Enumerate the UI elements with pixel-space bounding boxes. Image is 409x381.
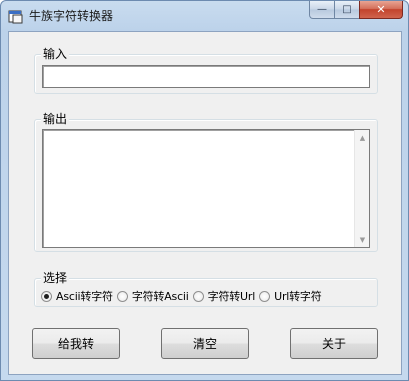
radio-button[interactable] [259,290,271,302]
caption-buttons: — □ ✕ [309,1,403,21]
select-group-label: 选择 [41,271,70,285]
window-title: 牛族字符转换器 [29,9,114,23]
radio-button[interactable] [192,290,204,302]
input-group-label: 输入 [41,47,70,61]
radio-label: 字符转Ascii [131,290,189,303]
radio-options: Ascii转字符 字符转Ascii 字符转Url Url转字符 [41,288,326,304]
output-scrollbar[interactable]: ▲ ▼ [354,130,369,247]
radio-label: Ascii转字符 [56,290,113,303]
scroll-up-icon[interactable]: ▲ [355,130,370,145]
scroll-down-icon[interactable]: ▼ [355,232,370,247]
output-textarea[interactable]: ▲ ▼ [42,129,370,248]
radio-label: Url转字符 [274,290,322,303]
clear-button[interactable]: 清空 [161,328,249,359]
about-button[interactable]: 关于 [290,328,378,359]
input-field[interactable] [42,65,370,88]
radio-button[interactable] [41,290,52,302]
radio-char-to-url[interactable]: 字符转Url [192,288,256,304]
minimize-button[interactable]: — [309,1,335,19]
radio-char-to-ascii[interactable]: 字符转Ascii [116,288,189,304]
radio-selected-dot [44,293,49,299]
radio-label: 字符转Url [207,290,256,303]
output-group: 输出 ▲ ▼ [34,112,378,252]
client-area: 输入 输出 ▲ ▼ 选择 Ascii转字符 字符转Ascii 字符转Url Ur… [8,31,402,375]
radio-ascii-to-char[interactable]: Ascii转字符 [41,288,113,304]
convert-button[interactable]: 给我转 [32,328,120,359]
radio-url-to-char[interactable]: Url转字符 [259,288,322,304]
radio-button[interactable] [116,290,128,302]
close-icon: ✕ [376,3,386,16]
select-group: 选择 Ascii转字符 字符转Ascii 字符转Url Url转字符 [34,271,378,307]
title-bar[interactable]: 牛族字符转换器 — □ ✕ [1,1,408,31]
close-button[interactable]: ✕ [359,1,403,19]
input-group: 输入 [34,47,378,94]
maximize-button[interactable]: □ [334,1,360,19]
maximize-icon: □ [342,4,352,15]
minimize-icon: — [317,4,327,15]
output-group-label: 输出 [41,112,70,126]
app-window: 牛族字符转换器 — □ ✕ 输入 输出 ▲ ▼ 选择 Ascii转字符 字符转A… [0,0,409,381]
app-icon [8,8,24,24]
